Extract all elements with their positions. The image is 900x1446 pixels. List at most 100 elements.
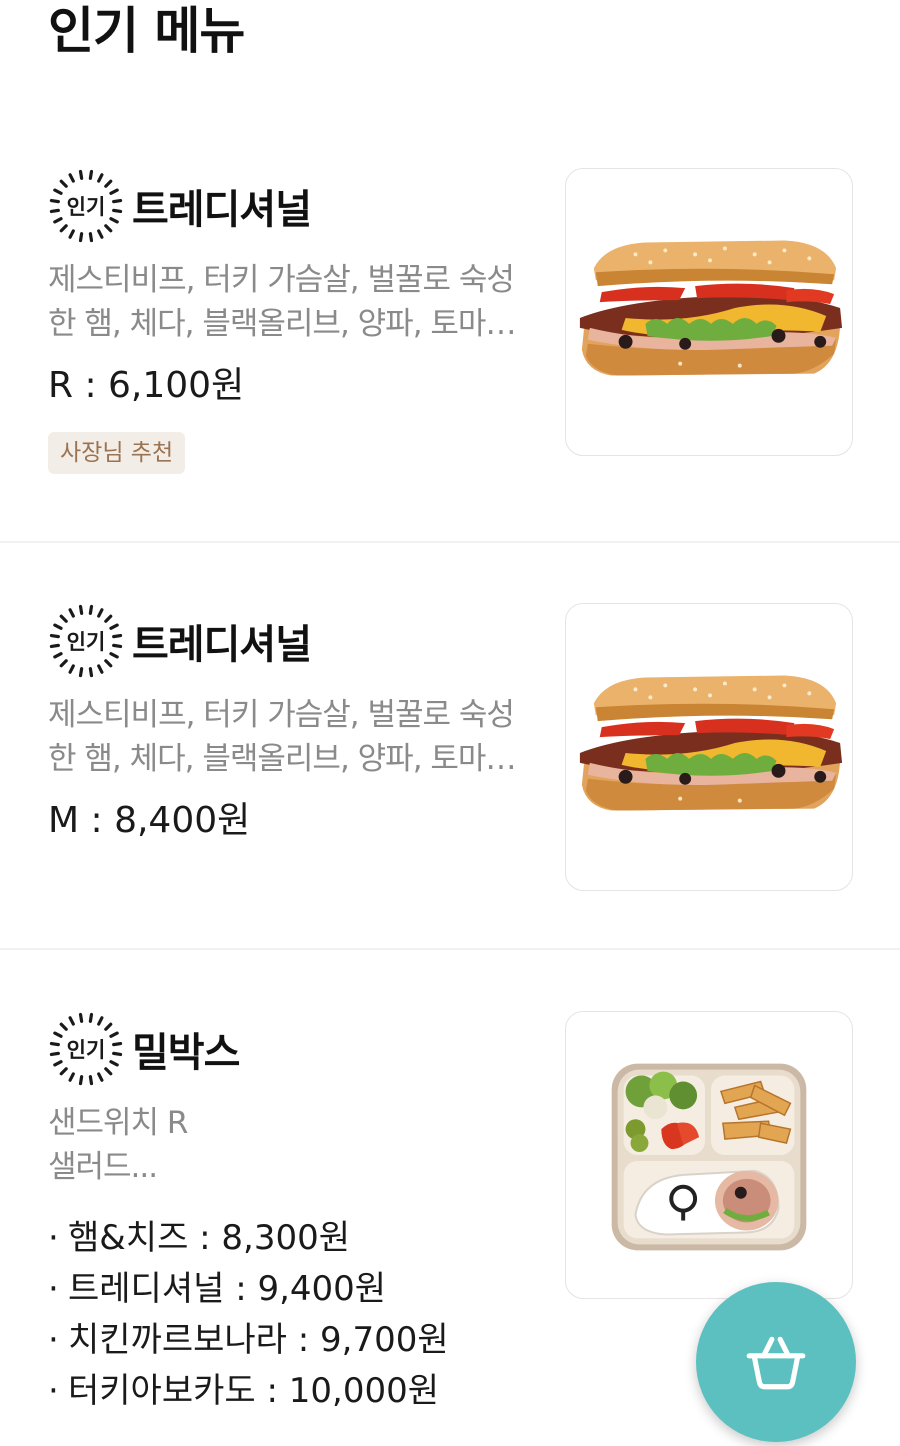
badge-ray <box>104 1022 113 1031</box>
owner-recommend-tag: 사장님 추천 <box>48 432 186 474</box>
badge-ray <box>59 1022 68 1031</box>
item-name: 트레디셔널 <box>132 187 312 233</box>
badge-ray <box>68 173 75 183</box>
badge-ray <box>97 1072 104 1082</box>
option-price: 트레디셔널 : 9,400원 <box>68 1269 387 1309</box>
item-name: 밀박스 <box>132 1030 240 1076</box>
badge-ray <box>104 659 113 668</box>
description-line: 샐러드... <box>48 1149 158 1185</box>
badge-ray <box>59 1067 68 1076</box>
badge-ray <box>97 1016 104 1026</box>
popular-badge-icon: 인기 <box>49 604 123 678</box>
item-name: 트레디셔널 <box>132 622 312 668</box>
badge-ray <box>78 1075 84 1086</box>
badge-ray <box>97 173 104 183</box>
badge-ray <box>49 1041 60 1047</box>
popular-badge-icon: 인기 <box>49 169 123 243</box>
badge-ray <box>59 659 68 668</box>
bullet: · <box>48 1320 59 1360</box>
meal-box-image <box>565 1011 853 1299</box>
sandwich-image <box>565 603 853 891</box>
cart-button[interactable] <box>696 1282 856 1442</box>
menu-item[interactable]: 인기 트레디셔널 제스티비프, 터키 가슴살, 벌꿀로 숙성 한 햄, 체다, … <box>0 603 900 903</box>
badge-ray <box>78 232 84 243</box>
popular-badge-label: 인기 <box>67 1038 106 1062</box>
option-price: 햄&치즈 : 8,300원 <box>68 1218 351 1258</box>
badge-ray <box>49 1051 60 1057</box>
badge-ray <box>112 198 123 204</box>
badge-ray <box>49 633 60 639</box>
badge-ray <box>68 229 75 239</box>
description-line: 제스티비프, 터키 가슴살, 벌꿀로 숙성 <box>48 262 515 298</box>
badge-ray <box>88 667 94 678</box>
description-line: 한 햄, 체다, 블랙올리브, 양파, 토마… <box>48 741 516 777</box>
option-price-list: · 햄&치즈 : 8,300원 · 트레디셔널 : 9,400원 · 치킨까르보나라 … <box>48 1213 538 1417</box>
badge-ray <box>53 188 63 195</box>
badge-ray <box>97 664 104 674</box>
badge-ray <box>109 188 119 195</box>
badge-ray <box>112 208 123 214</box>
item-price: M : 8,400원 <box>48 800 251 841</box>
badge-ray <box>88 1075 94 1086</box>
badge-ray <box>88 169 94 180</box>
badge-ray <box>68 664 75 674</box>
popular-badge-icon: 인기 <box>49 1012 123 1086</box>
badge-ray <box>97 608 104 618</box>
option-price-row: · 치킨까르보나라 : 9,700원 <box>48 1315 538 1366</box>
badge-ray <box>68 1072 75 1082</box>
badge-ray <box>109 1060 119 1067</box>
item-price: R : 6,100원 <box>48 365 245 406</box>
option-price-row: · 트레디셔널 : 9,400원 <box>48 1264 538 1315</box>
option-price-row: · 햄&치즈 : 8,300원 <box>48 1213 538 1264</box>
badge-ray <box>49 643 60 649</box>
badge-ray <box>112 1041 123 1047</box>
description-line: 샌드위치 R <box>48 1105 188 1141</box>
badge-ray <box>53 217 63 224</box>
item-description: 제스티비프, 터키 가슴살, 벌꿀로 숙성 한 햄, 체다, 블랙올리브, 양파… <box>48 258 523 346</box>
badge-ray <box>53 623 63 630</box>
badge-ray <box>97 229 104 239</box>
divider <box>0 541 900 543</box>
item-description: 제스티비프, 터키 가슴살, 벌꿀로 숙성 한 햄, 체다, 블랙올리브, 양파… <box>48 693 523 781</box>
popular-badge-label: 인기 <box>67 630 106 654</box>
bullet: · <box>48 1269 59 1309</box>
badge-ray <box>88 232 94 243</box>
option-price: 치킨까르보나라 : 9,700원 <box>68 1320 449 1360</box>
bullet: · <box>48 1371 59 1411</box>
badge-ray <box>59 179 68 188</box>
badge-ray <box>109 1031 119 1038</box>
badge-ray <box>109 652 119 659</box>
description-line: 한 햄, 체다, 블랙올리브, 양파, 토마… <box>48 306 516 342</box>
badge-ray <box>68 1016 75 1026</box>
badge-ray <box>104 614 113 623</box>
badge-ray <box>78 604 84 615</box>
badge-ray <box>53 1060 63 1067</box>
item-description: 샌드위치 R 샐러드... <box>48 1101 523 1189</box>
divider <box>0 948 900 950</box>
page-title: 인기 메뉴 <box>48 2 245 60</box>
sandwich-image <box>565 168 853 456</box>
badge-ray <box>78 1012 84 1023</box>
badge-ray <box>109 217 119 224</box>
badge-ray <box>112 643 123 649</box>
badge-ray <box>104 1067 113 1076</box>
option-price-row: · 터키아보카도 : 10,000원 <box>48 1366 538 1417</box>
badge-ray <box>112 1051 123 1057</box>
bullet: · <box>48 1218 59 1258</box>
badge-ray <box>88 604 94 615</box>
badge-ray <box>49 208 60 214</box>
badge-ray <box>104 179 113 188</box>
description-line: 제스티비프, 터키 가슴살, 벌꿀로 숙성 <box>48 697 515 733</box>
badge-ray <box>59 614 68 623</box>
badge-ray <box>49 198 60 204</box>
menu-item[interactable]: 인기 트레디셔널 제스티비프, 터키 가슴살, 벌꿀로 숙성 한 햄, 체다, … <box>0 168 900 498</box>
basket-icon <box>746 1336 806 1390</box>
badge-ray <box>68 608 75 618</box>
badge-ray <box>112 633 123 639</box>
badge-ray <box>59 224 68 233</box>
badge-ray <box>78 667 84 678</box>
badge-ray <box>88 1012 94 1023</box>
badge-ray <box>53 652 63 659</box>
badge-ray <box>78 169 84 180</box>
badge-ray <box>109 623 119 630</box>
